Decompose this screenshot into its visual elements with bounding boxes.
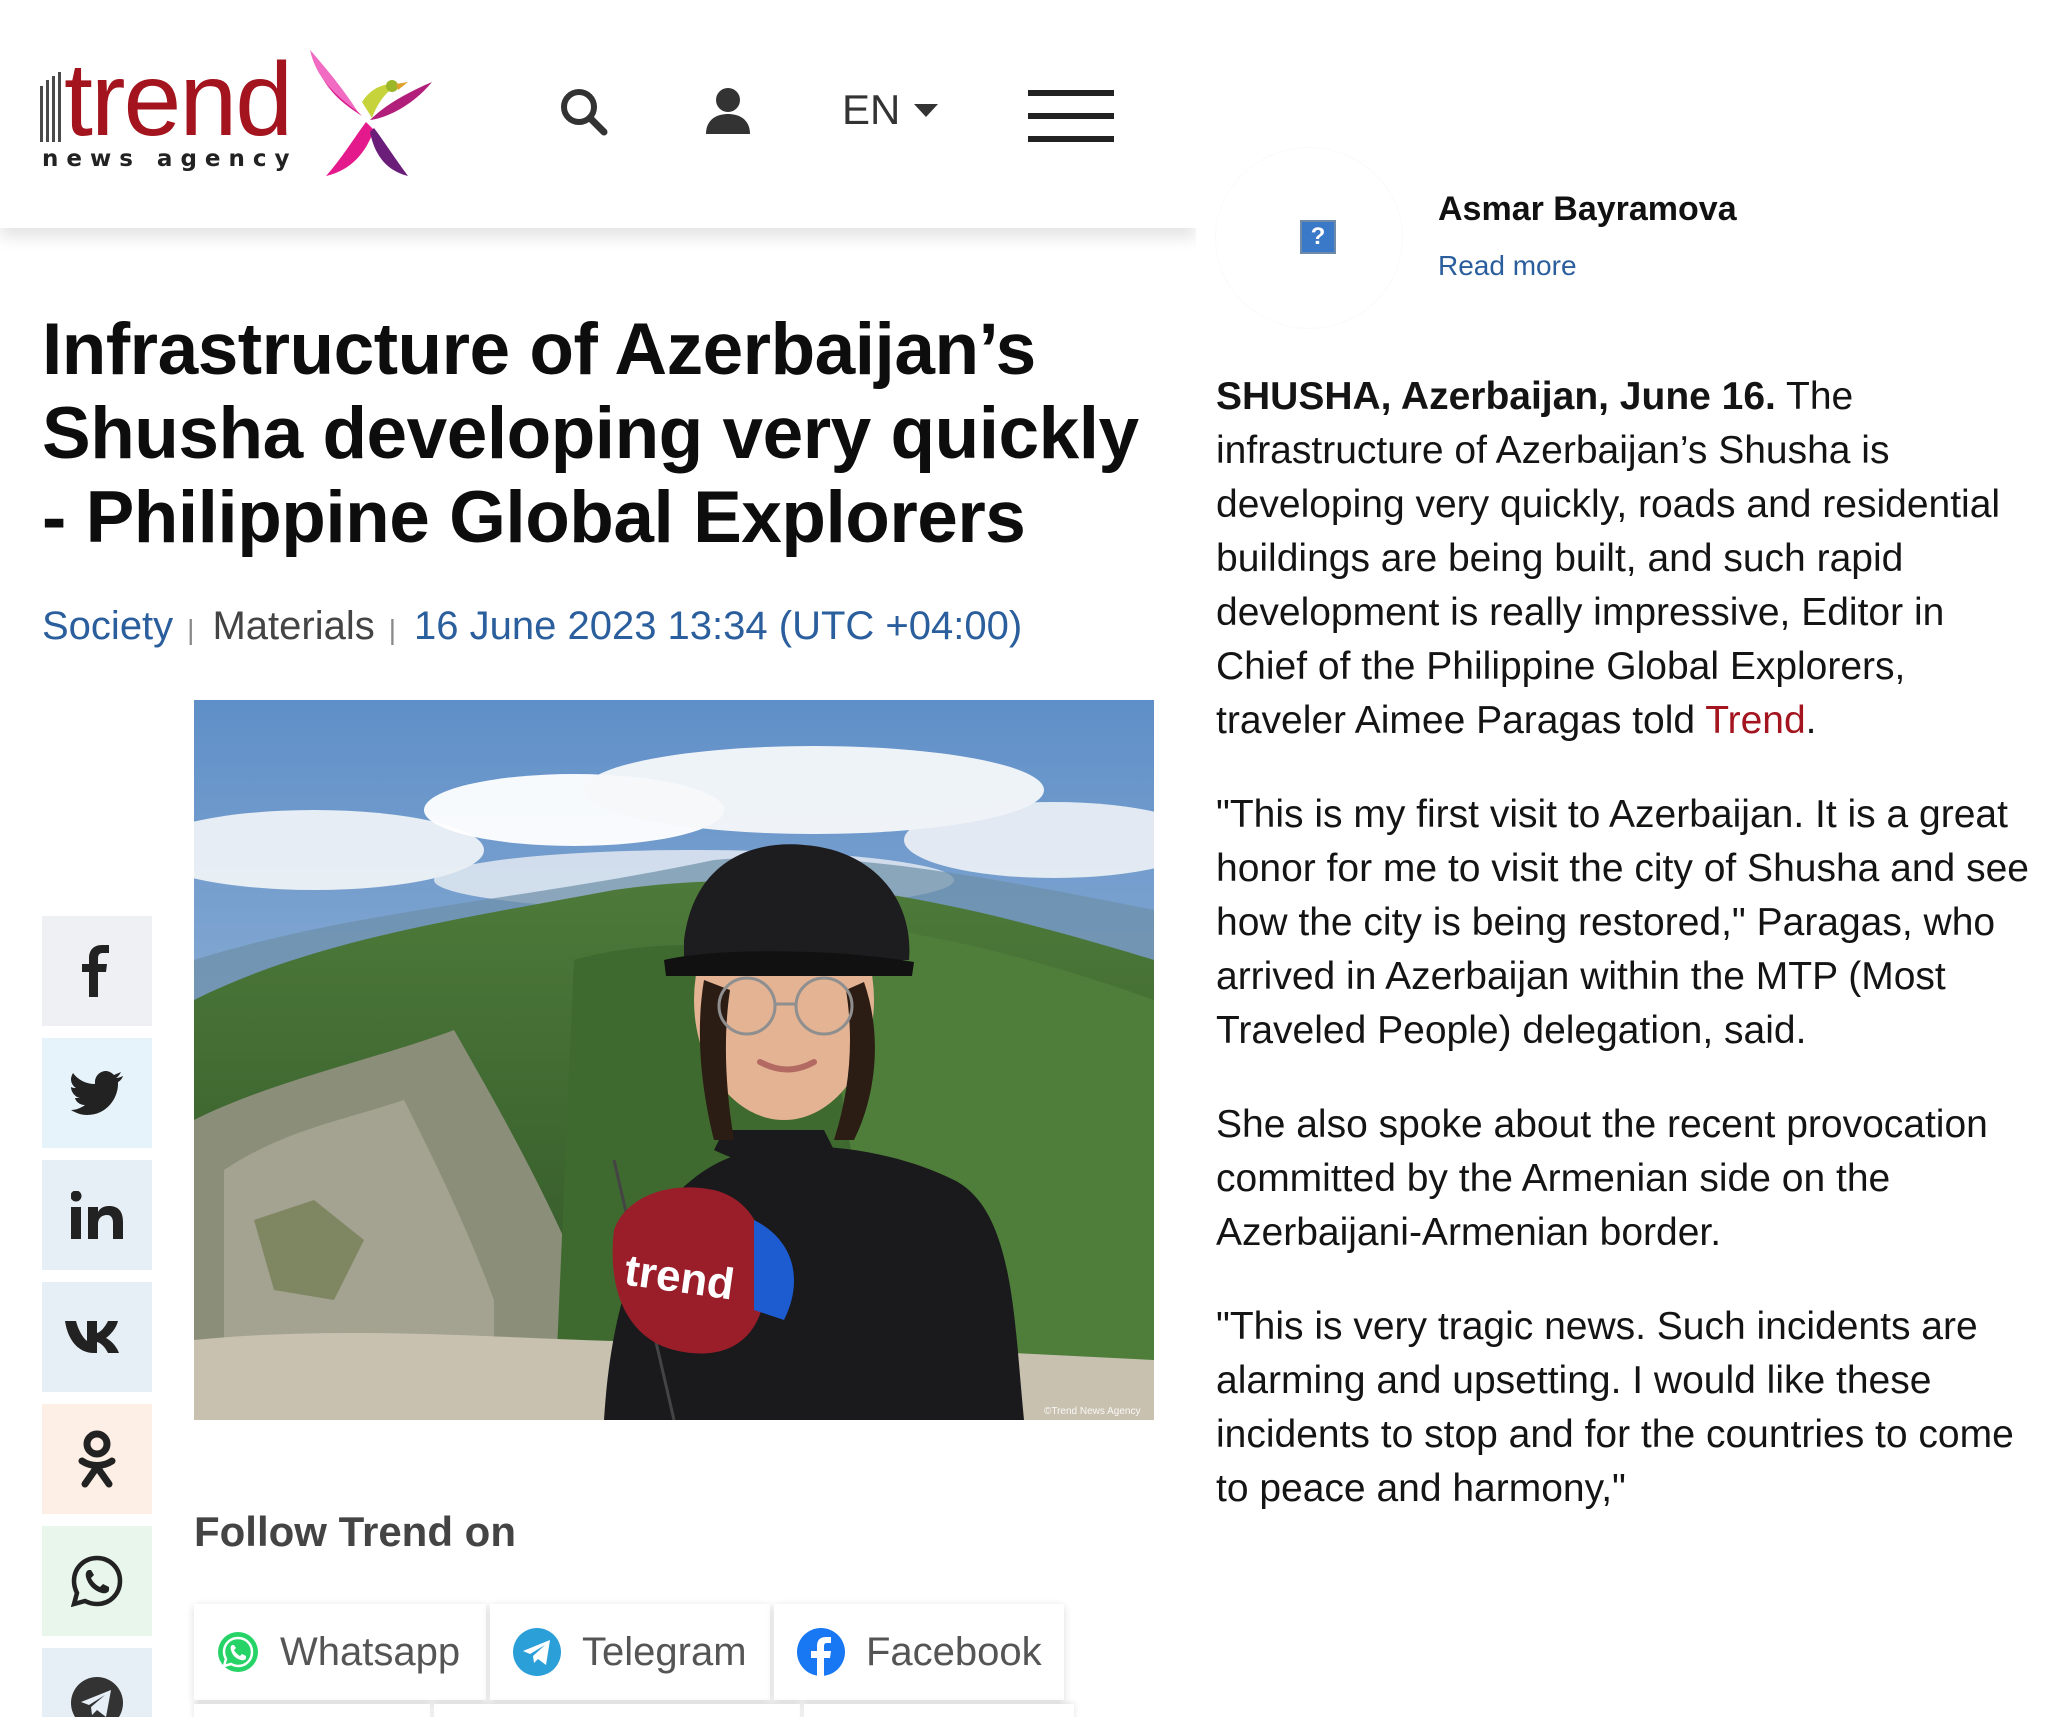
follow-telegram-label: Telegram xyxy=(582,1629,747,1674)
odnoklassniki-icon xyxy=(78,1430,116,1488)
trend-link[interactable]: Trend xyxy=(1705,699,1805,742)
follow-button-placeholder[interactable] xyxy=(434,1704,800,1717)
twitter-icon xyxy=(71,1071,123,1115)
whatsapp-icon xyxy=(218,1632,258,1672)
article-photo: trend ©Trend News Agency xyxy=(194,700,1154,1420)
article-meta: Society | Materials | 16 June 2023 13:34… xyxy=(42,604,1022,649)
share-vk[interactable] xyxy=(42,1282,152,1392)
bird-logo-icon xyxy=(310,50,432,176)
linkedin-icon xyxy=(71,1191,123,1239)
whatsapp-icon xyxy=(71,1555,123,1607)
author-avatar: ? xyxy=(1216,148,1402,328)
follow-button-placeholder[interactable] xyxy=(194,1704,430,1717)
menu-icon[interactable] xyxy=(1028,90,1114,142)
facebook-icon xyxy=(797,1628,845,1677)
article-paragraph: SHUSHA, Azerbaijan, June 16. The infrast… xyxy=(1216,370,2036,748)
paragraph-end: . xyxy=(1805,699,1817,742)
meta-divider: | xyxy=(187,614,195,645)
photo-credit: ©Trend News Agency xyxy=(1044,1406,1140,1417)
author-read-more-link[interactable]: Read more xyxy=(1438,250,1577,282)
telegram-icon xyxy=(71,1677,123,1717)
left-panel: trend news agency EN Infrastructure of A… xyxy=(0,0,1196,1717)
article-paragraph: "This is my first visit to Azerbaijan. I… xyxy=(1216,793,2029,1052)
publish-date: 16 June 2023 13:34 (UTC +04:00) xyxy=(414,604,1023,648)
follow-whatsapp-label: Whatsapp xyxy=(280,1629,461,1674)
section-label: Materials xyxy=(212,604,375,648)
search-icon[interactable] xyxy=(556,84,612,140)
language-selector[interactable]: EN xyxy=(842,86,939,134)
follow-facebook-label: Facebook xyxy=(866,1629,1042,1674)
logo-subtitle: news agency xyxy=(42,146,298,172)
paragraph-text: The infrastructure of Azerbaijan’s Shush… xyxy=(1216,375,2001,742)
article-paragraph: She also spoke about the recent provocat… xyxy=(1216,1103,1988,1254)
author-name[interactable]: Asmar Bayramova xyxy=(1438,190,1737,229)
share-facebook[interactable] xyxy=(42,916,152,1026)
share-telegram[interactable] xyxy=(42,1648,152,1717)
article-body: SHUSHA, Azerbaijan, June 16. The infrast… xyxy=(1216,370,2036,1556)
follow-telegram-button[interactable]: Telegram xyxy=(490,1604,770,1700)
logo-word: trend xyxy=(64,42,293,158)
meta-divider: | xyxy=(388,614,396,645)
share-odnoklassniki[interactable] xyxy=(42,1404,152,1514)
right-panel: ? Asmar Bayramova Read more SHUSHA, Azer… xyxy=(1196,0,2048,1717)
follow-buttons: Whatsapp Telegram Facebook xyxy=(194,1604,1064,1700)
language-label: EN xyxy=(842,86,901,133)
chevron-down-icon xyxy=(914,103,939,117)
logo-bars xyxy=(40,72,61,142)
article-title: Infrastructure of Azerbaijan’s Shusha de… xyxy=(42,309,1139,558)
share-twitter[interactable] xyxy=(42,1038,152,1148)
site-header: trend news agency EN xyxy=(0,0,1196,228)
vk-icon xyxy=(65,1321,119,1353)
category-link[interactable]: Society xyxy=(42,604,173,649)
follow-buttons-row-2 xyxy=(194,1704,1074,1717)
share-whatsapp[interactable] xyxy=(42,1526,152,1636)
follow-whatsapp-button[interactable]: Whatsapp xyxy=(194,1604,486,1700)
follow-button-placeholder[interactable] xyxy=(804,1704,1074,1717)
share-linkedin[interactable] xyxy=(42,1160,152,1270)
broken-image-icon: ? xyxy=(1300,220,1336,254)
follow-title: Follow Trend on xyxy=(194,1508,516,1555)
facebook-icon xyxy=(82,945,109,997)
trend-logo[interactable]: trend news agency xyxy=(40,48,440,188)
follow-facebook-button[interactable]: Facebook xyxy=(774,1604,1064,1700)
user-icon[interactable] xyxy=(700,84,756,140)
telegram-icon xyxy=(513,1628,561,1676)
article-paragraph: "This is very tragic news. Such incident… xyxy=(1216,1305,2014,1510)
dateline: SHUSHA, Azerbaijan, June 16. xyxy=(1216,375,1776,418)
